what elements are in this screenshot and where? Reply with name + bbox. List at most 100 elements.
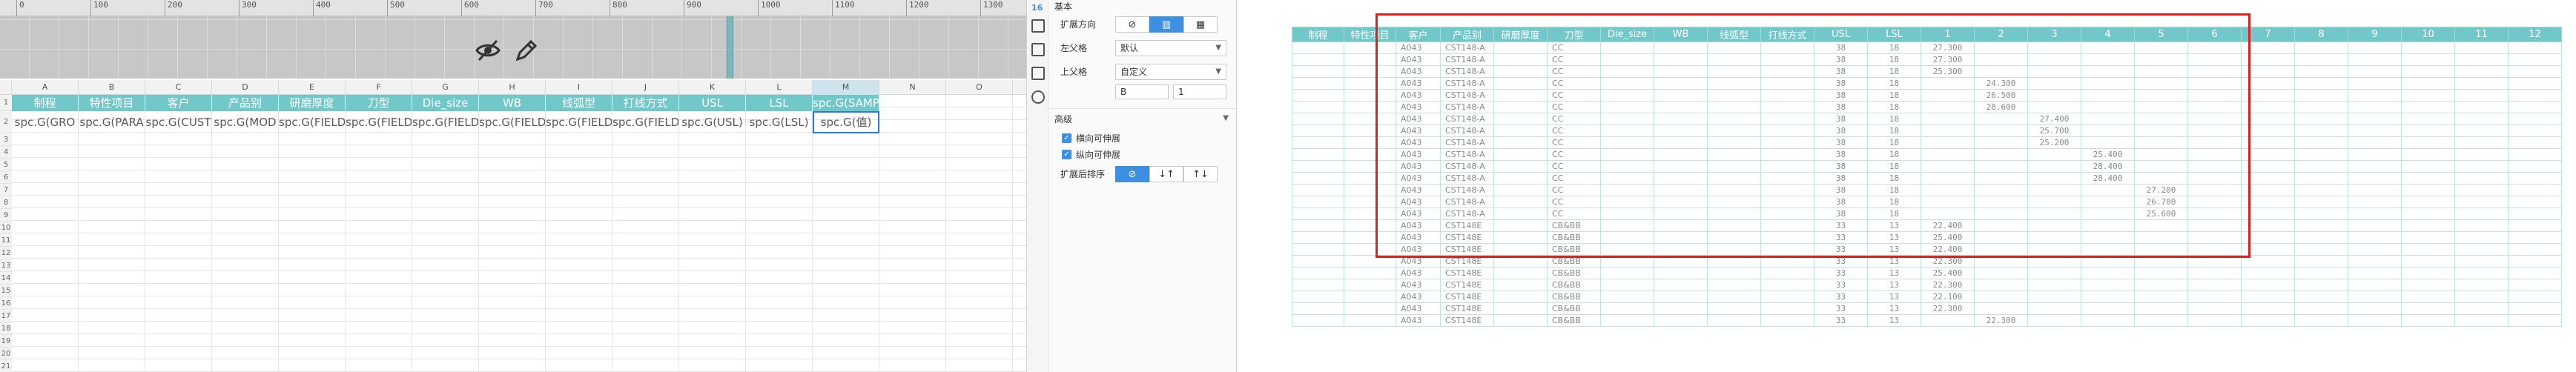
designer-header-cell[interactable]: USL: [679, 95, 746, 111]
designer-header-cell[interactable]: 打线方式: [612, 95, 679, 111]
table-cell: [2401, 255, 2455, 268]
designer-header-cell[interactable]: Die_size: [412, 95, 479, 111]
column-letter-i[interactable]: I: [546, 80, 612, 95]
sort-asc-button[interactable]: ↓↑: [1149, 166, 1183, 182]
chevron-down-icon[interactable]: ▼: [1223, 114, 1229, 122]
column-letter-n[interactable]: N: [879, 80, 946, 95]
row-number[interactable]: 4: [0, 146, 12, 159]
table-cell: [2081, 243, 2135, 256]
row-number[interactable]: 3: [0, 133, 12, 146]
column-letter-d[interactable]: D: [212, 80, 279, 95]
row-number[interactable]: 7: [0, 184, 12, 196]
formula-cell[interactable]: spc.G(GRO: [12, 111, 79, 133]
sort-none-button[interactable]: ⊘: [1115, 166, 1149, 182]
left-parent-select[interactable]: 默认 ▼: [1115, 40, 1226, 56]
formula-cell[interactable]: spc.G(FIELD: [412, 111, 479, 133]
row-number[interactable]: 21: [0, 360, 12, 372]
widget-icon[interactable]: [1031, 43, 1045, 56]
row-number[interactable]: 13: [0, 259, 12, 272]
formula-cell[interactable]: spc.G(CUST: [145, 111, 212, 133]
table-cell: [1654, 314, 1708, 327]
designer-header-cell[interactable]: WB: [479, 95, 546, 111]
designer-header-cell[interactable]: LSL: [746, 95, 813, 111]
sort-desc-button[interactable]: ↑↓: [1183, 166, 1218, 182]
row-number[interactable]: 2: [0, 111, 12, 133]
formula-cell[interactable]: spc.G(FIELD: [346, 111, 412, 133]
row-number[interactable]: 14: [0, 272, 12, 285]
column-letter-l[interactable]: L: [746, 80, 813, 95]
designer-header-cell[interactable]: 特性项目: [79, 95, 145, 111]
column-letter-f[interactable]: F: [346, 80, 412, 95]
row-number[interactable]: 10: [0, 222, 12, 234]
formula-cell[interactable]: spc.G(MOD: [212, 111, 279, 133]
row-number[interactable]: 5: [0, 159, 12, 171]
formula-cell[interactable]: spc.G(PARA: [79, 111, 145, 133]
formula-cell[interactable]: spc.G(FIELD: [612, 111, 679, 133]
hide-icon[interactable]: [475, 37, 501, 64]
row-number[interactable]: 9: [0, 209, 12, 222]
row-number[interactable]: 1: [0, 95, 12, 111]
designer-header-cell[interactable]: 研磨厚度: [279, 95, 346, 111]
top-parent-row-stepper[interactable]: 1: [1173, 84, 1226, 99]
table-cell: [1921, 101, 1975, 113]
designer-header-cell[interactable]: 客户: [145, 95, 212, 111]
table-cell: [2401, 172, 2455, 185]
formula-cell[interactable]: spc.G(USL): [679, 111, 746, 133]
formula-cell[interactable]: spc.G(FIELD: [546, 111, 612, 133]
canvas-header-area[interactable]: [0, 16, 1026, 79]
top-parent-column-stepper[interactable]: B: [1115, 84, 1169, 99]
formula-cell[interactable]: spc.G(LSL): [746, 111, 813, 133]
row-number[interactable]: 12: [0, 247, 12, 259]
column-letter-j[interactable]: J: [612, 80, 679, 95]
frozen-divider-handle[interactable]: [727, 16, 733, 79]
top-parent-select[interactable]: 自定义 ▼: [1115, 64, 1226, 80]
corner-cell[interactable]: [0, 80, 12, 95]
row-number[interactable]: 16: [0, 297, 12, 310]
column-letter-e[interactable]: E: [279, 80, 346, 95]
designer-header-cell[interactable]: 刀型: [346, 95, 412, 111]
column-letter-k[interactable]: K: [679, 80, 746, 95]
column-letter-o[interactable]: O: [946, 80, 1013, 95]
condition-icon[interactable]: [1031, 67, 1045, 80]
row-number[interactable]: 19: [0, 335, 12, 348]
column-letter-p[interactable]: P: [1013, 80, 1026, 95]
table-cell: [2241, 65, 2295, 78]
column-letter-a[interactable]: A: [12, 80, 79, 95]
active-formula-cell[interactable]: spc.G(值): [813, 111, 879, 133]
row-number[interactable]: 15: [0, 285, 12, 297]
designer-header-cell[interactable]: 制程: [12, 95, 79, 111]
expand-none-button[interactable]: ⊘: [1115, 16, 1149, 33]
table-cell: [1974, 290, 2028, 303]
designer-header-cell[interactable]: spc.G(SAMP: [813, 95, 879, 111]
table-cell: [2294, 65, 2348, 78]
spreadsheet-grid[interactable]: [12, 95, 1026, 372]
column-letter-b[interactable]: B: [79, 80, 145, 95]
link-icon[interactable]: [1031, 90, 1045, 104]
table-cell: 27.400: [2027, 113, 2081, 125]
column-letter-m[interactable]: M: [813, 80, 879, 95]
column-letter-h[interactable]: H: [479, 80, 546, 95]
column-letter-c[interactable]: C: [145, 80, 212, 95]
formula-cell[interactable]: spc.G(FIELD: [479, 111, 546, 133]
formula-cell[interactable]: spc.G(FIELD: [279, 111, 346, 133]
table-cell: [2081, 113, 2135, 125]
table-cell: 25.400: [2081, 148, 2135, 161]
vertical-expand-checkbox[interactable]: ✓ 纵向可伸展: [1062, 148, 1120, 161]
row-number[interactable]: 8: [0, 196, 12, 209]
designer-header-cell[interactable]: 线弧型: [546, 95, 612, 111]
row-number[interactable]: 18: [0, 322, 12, 335]
table-cell: 18: [1867, 65, 1921, 78]
table-cell: [1921, 136, 1975, 149]
cell-style-icon[interactable]: [1031, 19, 1045, 33]
designer-header-cell[interactable]: 产品别: [212, 95, 279, 111]
horizontal-expand-checkbox[interactable]: ✓ 横向可伸展: [1062, 132, 1120, 145]
row-number[interactable]: 11: [0, 234, 12, 247]
column-letter-g[interactable]: G: [412, 80, 479, 95]
row-number[interactable]: 17: [0, 310, 12, 322]
pencil-icon[interactable]: [513, 37, 540, 64]
cell-attr-icon[interactable]: 16: [1031, 3, 1045, 16]
expand-horizontal-button[interactable]: ▦: [1183, 16, 1218, 33]
row-number[interactable]: 6: [0, 171, 12, 184]
expand-vertical-button[interactable]: ▥: [1149, 16, 1183, 33]
row-number[interactable]: 20: [0, 348, 12, 360]
